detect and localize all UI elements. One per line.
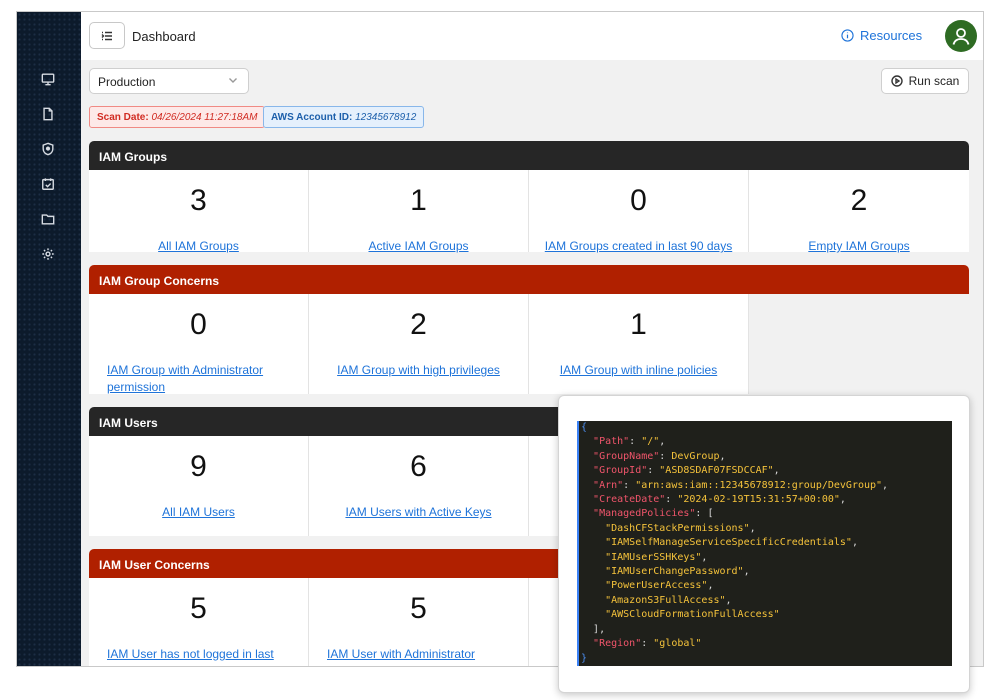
stat-card: 0 IAM Group with Administrator permissio… xyxy=(89,294,309,394)
stat-link[interactable]: Empty IAM Groups xyxy=(749,238,969,255)
json-value: "global" xyxy=(653,638,702,650)
section-title: IAM Groups xyxy=(89,141,969,170)
json-key: "CreateDate" xyxy=(593,494,666,506)
folder-icon[interactable] xyxy=(39,210,57,228)
stat-link[interactable]: IAM User has not logged in last 90 days xyxy=(89,646,308,666)
environment-select[interactable]: Production xyxy=(89,68,249,94)
json-key: "ManagedPolicies" xyxy=(593,508,696,520)
json-value: "/" xyxy=(641,436,660,448)
run-scan-label: Run scan xyxy=(908,74,960,88)
stat-value: 1 xyxy=(410,184,427,217)
stat-value: 0 xyxy=(630,184,647,217)
info-icon xyxy=(841,29,854,42)
shield-icon[interactable] xyxy=(39,140,57,158)
stat-card: 0 IAM Groups created in last 90 days xyxy=(529,170,749,255)
aws-account-value: 12345678912 xyxy=(355,112,417,123)
stat-link[interactable]: All IAM Groups xyxy=(89,238,308,255)
stat-value: 6 xyxy=(410,450,427,483)
run-scan-button[interactable]: Run scan xyxy=(881,68,969,94)
json-value: "AWSCloudFormationFullAccess" xyxy=(605,609,780,621)
monitor-icon[interactable] xyxy=(39,70,57,88)
document-icon[interactable] xyxy=(39,105,57,123)
stat-value: 9 xyxy=(190,450,207,483)
top-bar: Dashboard Resources xyxy=(81,12,983,60)
json-key: "Region" xyxy=(593,638,642,650)
stat-card: 9 All IAM Users xyxy=(89,436,309,536)
json-value: "IAMSelfManageServiceSpecificCredentials… xyxy=(605,537,852,549)
stat-card: 6 IAM Users with Active Keys xyxy=(309,436,529,536)
stat-value: 2 xyxy=(850,184,868,217)
stat-value: 0 xyxy=(190,308,207,341)
stat-value: 2 xyxy=(410,308,427,341)
stat-value: 5 xyxy=(190,592,207,625)
stat-link[interactable]: IAM User with Administrator permission xyxy=(309,646,528,666)
json-value: "arn:aws:iam::12345678912:group/DevGroup… xyxy=(635,479,883,491)
user-icon xyxy=(952,28,970,45)
stat-card: 3 All IAM Groups xyxy=(89,170,309,255)
json-value: DevGroup xyxy=(671,450,720,462)
iam-group-concerns-section: IAM Group Concerns 0 IAM Group with Admi… xyxy=(89,265,969,394)
scan-date-label: Scan Date: xyxy=(97,112,149,123)
calendar-check-icon[interactable] xyxy=(39,175,57,193)
json-value: "DashCFStackPermissions" xyxy=(605,522,750,534)
json-key: "Arn" xyxy=(593,479,624,491)
stat-value: 1 xyxy=(630,308,647,341)
stat-link[interactable]: IAM Groups created in last 90 days xyxy=(529,238,748,255)
scan-date-value: 04/26/2024 11:27:18AM xyxy=(151,112,258,123)
stat-value: 5 xyxy=(410,592,427,625)
stat-link[interactable]: IAM Group with inline policies xyxy=(529,362,748,379)
json-key: "GroupName" xyxy=(593,450,660,462)
stat-card: 2 Empty IAM Groups xyxy=(749,170,969,255)
play-circle-icon xyxy=(890,75,903,87)
json-detail-popup: { "Path": "/", "GroupName": DevGroup, "G… xyxy=(558,395,970,693)
json-value: "2024-02-19T15:31:57+00:00" xyxy=(677,494,840,506)
json-value: "PowerUserAccess" xyxy=(605,580,708,592)
stat-link[interactable]: Active IAM Groups xyxy=(309,238,528,255)
json-code-block: { "Path": "/", "GroupName": DevGroup, "G… xyxy=(577,421,952,666)
stat-card: 5 IAM User has not logged in last 90 day… xyxy=(89,578,309,666)
gear-icon[interactable] xyxy=(39,245,57,263)
environment-value: Production xyxy=(98,75,156,89)
json-value: "AmazonS3FullAccess" xyxy=(605,594,726,606)
sidebar xyxy=(17,12,81,666)
section-title: IAM Group Concerns xyxy=(89,265,969,294)
json-value: "IAMUserChangePassword" xyxy=(605,566,744,578)
aws-account-label: AWS Account ID: xyxy=(271,112,353,123)
stat-card: 1 IAM Group with inline policies xyxy=(529,294,749,394)
chevron-down-icon xyxy=(228,74,240,86)
json-key: "GroupId" xyxy=(593,465,648,477)
resources-label: Resources xyxy=(860,28,923,43)
stat-value: 3 xyxy=(190,184,207,217)
stat-link[interactable]: IAM Group with high privileges xyxy=(309,362,528,379)
page-title: Dashboard xyxy=(132,29,196,44)
aws-account-badge: AWS Account ID: 12345678912 xyxy=(263,106,425,128)
stat-card: 2 IAM Group with high privileges xyxy=(309,294,529,394)
iam-groups-section: IAM Groups 3 All IAM Groups 1 Active IAM… xyxy=(89,141,969,255)
resources-link[interactable]: Resources xyxy=(841,28,922,43)
menu-icon xyxy=(101,31,112,40)
avatar[interactable] xyxy=(945,20,977,52)
json-key: "Path" xyxy=(593,436,630,448)
menu-toggle-button[interactable] xyxy=(89,22,125,49)
empty-card xyxy=(749,294,969,394)
json-value: "ASD8SDAF07FSDCCAF" xyxy=(659,465,774,477)
stat-link[interactable]: IAM Group with Administrator permission xyxy=(89,362,308,396)
stat-link[interactable]: IAM Users with Active Keys xyxy=(309,504,528,521)
json-value: "IAMUserSSHKeys" xyxy=(605,551,702,563)
stat-card: 1 Active IAM Groups xyxy=(309,170,529,255)
stat-card: 5 IAM User with Administrator permission xyxy=(309,578,529,666)
scan-date-badge: Scan Date: 04/26/2024 11:27:18AM xyxy=(89,106,266,128)
stat-link[interactable]: All IAM Users xyxy=(89,504,308,521)
